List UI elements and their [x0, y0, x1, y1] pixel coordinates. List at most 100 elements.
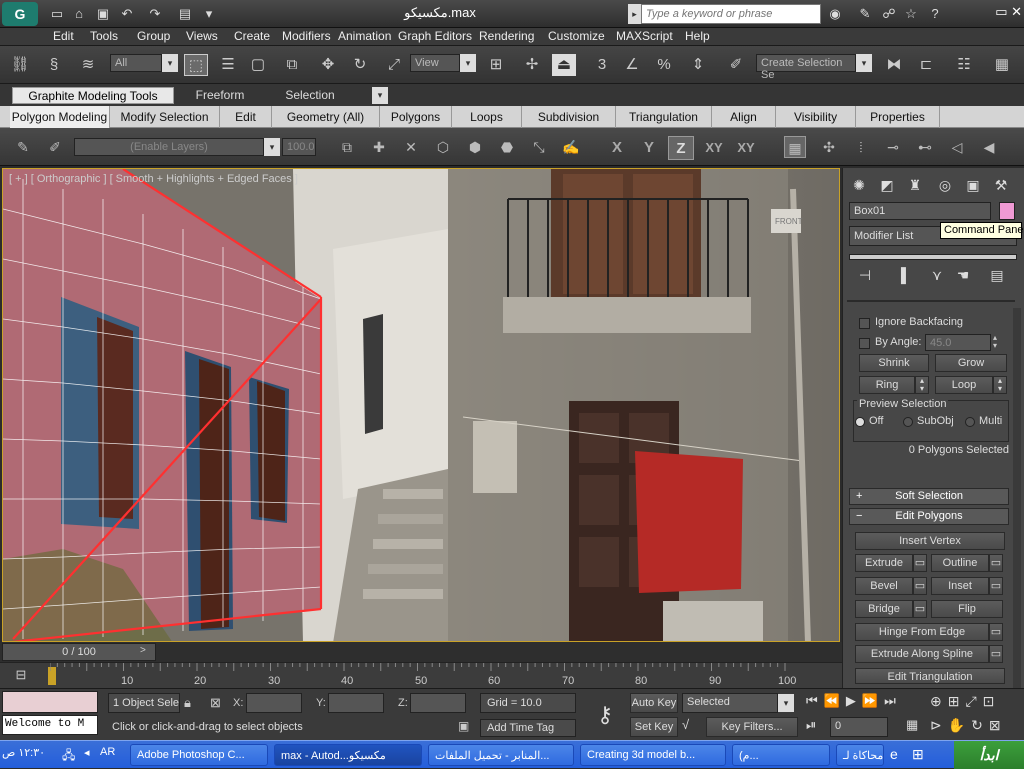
- next-frame-icon[interactable]: >: [140, 645, 154, 659]
- viewport-nav-controls-bottom[interactable]: ⊳✋↻⊠: [930, 717, 1022, 737]
- taskbar-item-3dsmax[interactable]: max - Autod...مكسيكو: [274, 744, 422, 766]
- selection-lock-icon[interactable]: 🔒︎: [184, 695, 191, 711]
- hinge-settings-icon[interactable]: ▭: [989, 623, 1003, 641]
- track-bar[interactable]: ⊟ 10 20 30 40 50 60 70 80 90 100: [0, 662, 842, 688]
- mirror-icon[interactable]: ⧓: [882, 54, 906, 76]
- viewport-nav-controls-top[interactable]: ⊕⊞⤢⊡: [930, 693, 1022, 713]
- layer-manager-icon[interactable]: ☷: [952, 54, 976, 76]
- angle-snap-icon[interactable]: ∠: [620, 54, 644, 76]
- key-mode-dropdown[interactable]: Selected: [682, 693, 778, 713]
- select-object-icon[interactable]: ⬚: [184, 54, 208, 76]
- ref-coord-dropdown[interactable]: View: [410, 54, 460, 72]
- axis-y-button[interactable]: Y: [636, 136, 662, 160]
- ribbon-value-field[interactable]: 100.0: [282, 138, 316, 156]
- menu-maxscript[interactable]: MAXScript: [616, 29, 673, 43]
- ribbon-tool-12-icon[interactable]: ⊷: [914, 136, 936, 158]
- edit-named-selection-icon[interactable]: ✐: [724, 54, 748, 76]
- bridge-button[interactable]: Bridge: [855, 600, 913, 618]
- ring-button[interactable]: Ring: [859, 376, 915, 394]
- group-polygon-modeling[interactable]: Polygon Modeling: [10, 106, 110, 128]
- group-visibility[interactable]: Visibility: [776, 106, 856, 128]
- ribbon-tool-7-icon[interactable]: ⤡: [528, 136, 550, 158]
- object-name-field[interactable]: Box01: [849, 202, 991, 220]
- select-scale-icon[interactable]: ⤢: [382, 54, 406, 76]
- grid-align-icon[interactable]: ▦: [784, 136, 806, 158]
- axis-xy-2-button[interactable]: XY: [732, 136, 760, 160]
- bind-space-warp-icon[interactable]: ≋: [76, 54, 100, 76]
- communication-icon[interactable]: ☍: [880, 5, 898, 23]
- snaps-toggle-icon[interactable]: 3: [590, 54, 614, 76]
- ribbon-tool-11-icon[interactable]: ⊸: [882, 136, 904, 158]
- axis-z-button[interactable]: Z: [668, 136, 694, 160]
- key-mode-toggle-icon[interactable]: ⏯: [806, 717, 826, 737]
- ie-quicklaunch-icon[interactable]: e: [890, 746, 910, 762]
- select-manipulate-icon[interactable]: ✢: [520, 54, 544, 76]
- window-crossing-icon[interactable]: ⧉: [280, 54, 304, 76]
- loop-spinner-icon[interactable]: ▴ ▾: [993, 376, 1007, 394]
- remove-modifier-icon[interactable]: ☚: [951, 264, 975, 286]
- time-slider-thumb[interactable]: 0 / 100: [2, 643, 156, 661]
- ribbon-tool-3-icon[interactable]: ✕: [400, 136, 422, 158]
- create-tab-icon[interactable]: ✺: [847, 174, 871, 196]
- select-rotate-icon[interactable]: ↻: [348, 54, 372, 76]
- y-coord-field[interactable]: [328, 693, 384, 713]
- layers-dropdown[interactable]: (Enable Layers): [74, 138, 264, 156]
- modify-tab-icon[interactable]: ◩: [875, 174, 899, 196]
- start-button[interactable]: ابدأ: [954, 741, 1024, 769]
- hierarchy-tab-icon[interactable]: ♜: [903, 174, 927, 196]
- named-selection-dropdown[interactable]: Create Selection Se: [756, 54, 856, 81]
- key-filters-button[interactable]: Key Filters...: [706, 717, 798, 737]
- viewport-label[interactable]: [ + ] [ Orthographic ] [ Smooth + Highli…: [9, 173, 298, 185]
- taskbar-item-creating-model[interactable]: Creating 3d model b...: [580, 744, 726, 766]
- align-icon[interactable]: ⊏: [914, 54, 938, 76]
- binoculars-icon[interactable]: ◉: [826, 5, 844, 23]
- default-tangent-icon[interactable]: √: [682, 717, 704, 737]
- taskbar-item-5[interactable]: (م...: [732, 744, 830, 766]
- auto-key-button[interactable]: Auto Key: [630, 693, 678, 713]
- layers-arrow-icon[interactable]: ▾: [264, 138, 280, 156]
- spinner-snap-icon[interactable]: ⇕: [686, 54, 710, 76]
- favorites-star-icon[interactable]: ☆: [902, 5, 920, 23]
- shrink-button[interactable]: Shrink: [859, 354, 929, 372]
- edit-triangulation-button[interactable]: Edit Triangulation: [855, 668, 1005, 684]
- help-icon[interactable]: ?: [926, 5, 944, 23]
- perspective-viewport[interactable]: FRONT [+] [Orthographic] [Smooth + …: [2, 168, 840, 642]
- app-logo-icon[interactable]: G: [2, 2, 38, 26]
- tab-selection[interactable]: Selection: [270, 87, 350, 104]
- preview-off-radio[interactable]: [855, 417, 865, 427]
- rectangular-selection-icon[interactable]: ▢: [246, 54, 270, 76]
- group-edit[interactable]: Edit: [220, 106, 272, 128]
- object-color-swatch[interactable]: [999, 202, 1015, 220]
- curve-editor-toggle-icon[interactable]: ⊟: [10, 667, 32, 685]
- ribbon-tool-8-icon[interactable]: ✍: [560, 136, 582, 158]
- new-file-icon[interactable]: ▭: [48, 5, 66, 23]
- menu-rendering[interactable]: Rendering: [479, 29, 534, 43]
- viewport-scene[interactable]: FRONT: [3, 169, 840, 642]
- key-mode-arrow-icon[interactable]: ▾: [778, 694, 794, 712]
- extrude-settings-icon[interactable]: ▭: [913, 554, 927, 572]
- display-tab-icon[interactable]: ▣: [961, 174, 985, 196]
- menu-modifiers[interactable]: Modifiers: [282, 29, 331, 43]
- link-icon[interactable]: ⛓: [8, 54, 32, 76]
- taskbar-item-6[interactable]: محاكاة لـ...: [836, 744, 884, 766]
- bevel-settings-icon[interactable]: ▭: [913, 577, 927, 595]
- language-indicator[interactable]: AR: [100, 746, 120, 758]
- named-selection-arrow-icon[interactable]: ▾: [856, 54, 872, 72]
- make-unique-icon[interactable]: ⋎: [925, 264, 949, 286]
- keyboard-shortcut-override-icon[interactable]: ⏏: [552, 54, 576, 76]
- hinge-from-edge-button[interactable]: Hinge From Edge: [855, 623, 989, 641]
- preview-subobj-radio[interactable]: [903, 417, 913, 427]
- menu-create[interactable]: Create: [234, 29, 270, 43]
- ribbon-tool-13-icon[interactable]: ◁: [946, 136, 968, 158]
- show-desktop-icon[interactable]: ⊞: [912, 746, 932, 763]
- motion-tab-icon[interactable]: ◎: [933, 174, 957, 196]
- undo-icon[interactable]: ↶: [118, 5, 136, 23]
- ribbon-minimize-icon[interactable]: ▾: [372, 87, 388, 104]
- search-input[interactable]: [641, 4, 821, 24]
- ignore-backfacing-checkbox[interactable]: [859, 318, 870, 329]
- qa-dropdown-icon[interactable]: ▾: [200, 5, 218, 23]
- preview-multi-radio[interactable]: [965, 417, 975, 427]
- ribbon-tool-4-icon[interactable]: ⬡: [432, 136, 454, 158]
- extrude-spline-settings-icon[interactable]: ▭: [989, 645, 1003, 663]
- redo-icon[interactable]: ↷: [146, 5, 164, 23]
